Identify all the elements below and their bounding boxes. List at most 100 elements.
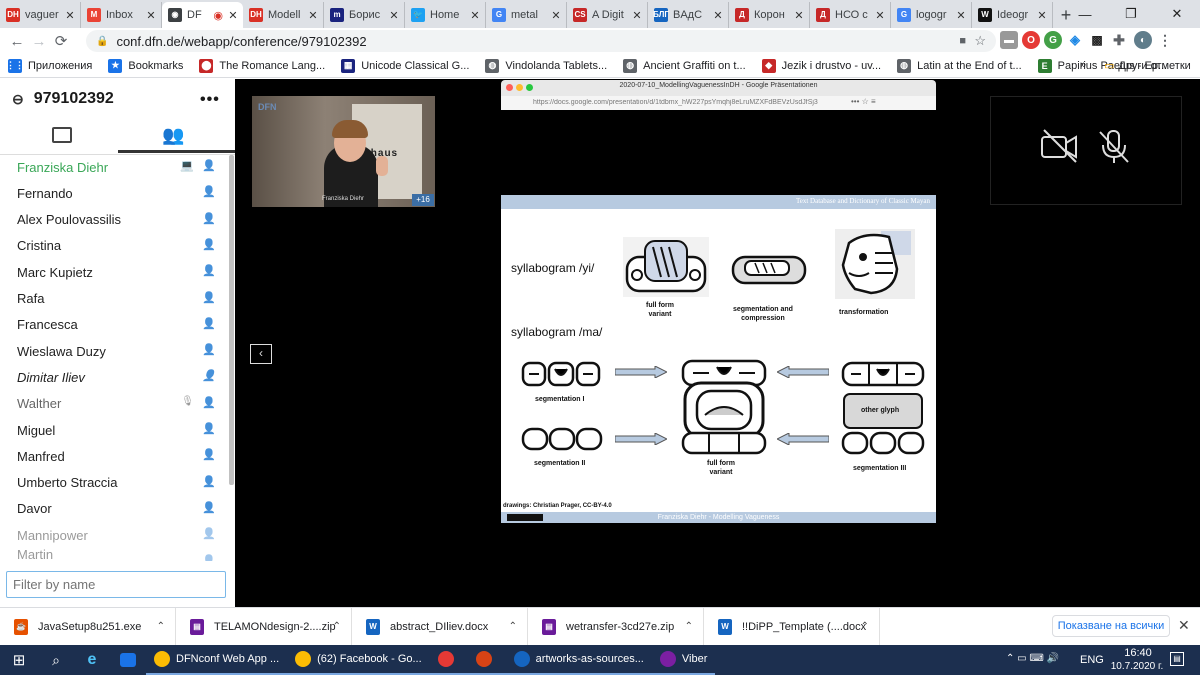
mic-off-icon[interactable] [1096, 128, 1132, 164]
bookmark-5[interactable]: ◍ Ancient Graffiti on t... [615, 58, 754, 73]
participant-row[interactable]: Rafa 👤 [0, 286, 228, 312]
more-options-icon[interactable]: ••• [200, 91, 220, 109]
participant-row[interactable]: Miguel 👤 [0, 417, 228, 443]
participant-row[interactable]: Franziska Diehr 👤 💻 [0, 154, 228, 180]
bookmark-4[interactable]: ◍ Vindolanda Tablets... [477, 58, 615, 73]
tab-close-icon[interactable]: ✕ [955, 9, 967, 22]
tab-close-icon[interactable]: ✕ [793, 9, 805, 22]
participant-row[interactable]: Fernando 👤 [0, 180, 228, 206]
tray-icons[interactable]: ⌃ ▭ ⌨ 🔊 [1006, 653, 1059, 664]
tab-close-icon[interactable]: ✕ [631, 9, 643, 22]
tab-close-icon[interactable]: ✕ [1036, 9, 1048, 22]
download-item[interactable]: W !!DiPP_Template (....docx ⌃ [704, 607, 880, 646]
meet-icon[interactable] [110, 645, 146, 675]
tab-6[interactable]: Gmetal ✕ [486, 2, 567, 28]
participant-row[interactable]: Martin 👤 [0, 549, 228, 561]
camera-blocked-icon[interactable]: ■ [959, 35, 966, 47]
close-window-button[interactable]: ✕ [1154, 0, 1200, 28]
bookmark-star-icon[interactable]: ☆ [974, 33, 986, 49]
bookmark-3[interactable]: ▦ Unicode Classical G... [333, 58, 477, 73]
participant-row[interactable]: Dimitar Iliev 👤 [0, 364, 228, 390]
more-participants-badge[interactable]: +16 [412, 194, 434, 206]
participant-row[interactable]: Francesca 👤 [0, 312, 228, 338]
collapse-panel-button[interactable]: ‹ [250, 344, 272, 364]
download-item[interactable]: ▤ TELAMONdesign-2....zip ⌃ [176, 607, 352, 646]
participant-row[interactable]: Marc Kupietz 👤 [0, 259, 228, 285]
bookmark-2[interactable]: ⬤ The Romance Lang... [191, 58, 333, 73]
chrome-menu-icon[interactable]: ⋮ [1156, 31, 1174, 49]
tab-1[interactable]: M Inbox ✕ [81, 2, 162, 28]
other-bookmarks-folder[interactable]: ▭ Други отметки [1104, 59, 1191, 73]
participants-icon[interactable]: 👥 [162, 125, 184, 146]
clock-date[interactable]: 10.7.2020 г. [1104, 661, 1170, 672]
participant-row[interactable]: Wieslawa Duzy 👤 [0, 338, 228, 364]
filter-input[interactable] [6, 571, 226, 598]
participant-row[interactable]: Davor 👤 [0, 496, 228, 522]
notifications-icon[interactable]: ▤ [1170, 652, 1184, 666]
forward-arrow-icon[interactable]: → [28, 33, 50, 50]
bookmark-1[interactable]: ★ Bookmarks [100, 58, 191, 73]
back-arrow-icon[interactable]: ← [6, 33, 28, 50]
clock-time[interactable]: 16:40 [1110, 647, 1166, 659]
language-indicator[interactable]: ENG [1080, 654, 1104, 666]
tab-close-icon[interactable]: ✕ [712, 9, 724, 22]
tab-3[interactable]: DH Modell ✕ [243, 2, 324, 28]
tab-11[interactable]: Glogogr ✕ [891, 2, 972, 28]
opera-extension-icon[interactable]: O [1022, 31, 1040, 49]
address-bar[interactable]: 🔒 conf.dfn.de/webapp/conference/97910239… [86, 30, 996, 52]
bookmark-0[interactable]: ⋮⋮ Приложения [0, 58, 100, 73]
list-scrollbar[interactable] [229, 155, 234, 485]
bookmarks-more-button[interactable]: » [1080, 59, 1086, 71]
participant-row[interactable]: Walther 👤 🎙 [0, 391, 228, 417]
presenter-video[interactable]: bauhaus DFN Franziska Diehr +16 [252, 96, 435, 207]
maximize-button[interactable]: ❐ [1108, 0, 1154, 28]
tab-close-icon[interactable]: ✕ [874, 9, 886, 22]
extension-icon[interactable]: ▬ [1000, 31, 1018, 49]
windows-start-icon[interactable]: ⊞ [0, 645, 38, 675]
download-item[interactable]: Wabstract_DIliev.docx ⌃ [352, 607, 528, 646]
tab-close-icon[interactable]: ✕ [550, 9, 562, 22]
download-item[interactable]: ▤ wetransfer-3cd27e.zip ⌃ [528, 607, 704, 646]
close-downloads-icon[interactable]: ✕ [1178, 617, 1190, 634]
chevron-up-icon[interactable]: ⌃ [861, 621, 869, 632]
edge-icon[interactable]: e [74, 645, 110, 675]
tab-8[interactable]: БЛГ BAдC ✕ [648, 2, 729, 28]
link-icon[interactable]: ⊖ [12, 91, 24, 108]
taskbar-app[interactable] [429, 645, 468, 675]
participant-row[interactable]: Alex Poulovassilis 👤 [0, 207, 228, 233]
chevron-up-icon[interactable]: ⌃ [157, 621, 165, 632]
tab-10[interactable]: Д НСО с ✕ [810, 2, 891, 28]
tab-12[interactable]: W Ideogr ✕ [972, 2, 1053, 28]
chevron-up-icon[interactable]: ⌃ [685, 621, 693, 632]
tab-close-icon[interactable]: ✕ [145, 9, 157, 22]
extensions-puzzle-icon[interactable]: ✚ [1110, 31, 1128, 49]
tab-2[interactable]: ◉ DF ◉ ✕ [162, 2, 243, 28]
taskbar-app[interactable]: DFNconf Web App ... [146, 645, 288, 675]
tab-close-icon[interactable]: ✕ [388, 9, 400, 22]
chevron-up-icon[interactable]: ⌃ [333, 621, 341, 632]
taskbar-app[interactable] [467, 645, 506, 675]
chevron-up-icon[interactable]: ⌃ [509, 621, 517, 632]
bookmark-6[interactable]: ◆ Jezik i drustvo - uv... [754, 58, 889, 73]
tab-close-icon[interactable]: ✕ [307, 9, 319, 22]
search-icon[interactable]: ⌕ [38, 645, 74, 675]
show-all-downloads-button[interactable]: Показване на всички [1052, 615, 1170, 637]
download-item[interactable]: ☕ JavaSetup8u251.exe ⌃ [0, 607, 176, 646]
tab-0[interactable]: DH vaguer ✕ [0, 2, 81, 28]
translate-icon[interactable]: ◈ [1066, 31, 1084, 49]
tab-5[interactable]: 🐦 Home ✕ [405, 2, 486, 28]
participant-row[interactable]: Cristina 👤 [0, 233, 228, 259]
tab-close-icon[interactable]: ✕ [64, 9, 76, 22]
participant-row[interactable]: Mannipower 👤 [0, 522, 228, 548]
taskbar-app[interactable]: (62) Facebook - Go... [287, 645, 430, 675]
reload-icon[interactable]: ⟳ [50, 32, 72, 50]
tab-7[interactable]: CS A Digit ✕ [567, 2, 648, 28]
tab-4[interactable]: m Борис ✕ [324, 2, 405, 28]
chat-icon[interactable] [52, 127, 72, 143]
tab-close-icon[interactable]: ✕ [469, 9, 481, 22]
taskbar-app[interactable]: Viber [651, 645, 716, 675]
participant-row[interactable]: Manfred 👤 [0, 443, 228, 469]
grammarly-icon[interactable]: G [1044, 31, 1062, 49]
reader-icon[interactable]: ▩ [1088, 31, 1106, 49]
minimize-button[interactable]: — [1062, 0, 1108, 28]
